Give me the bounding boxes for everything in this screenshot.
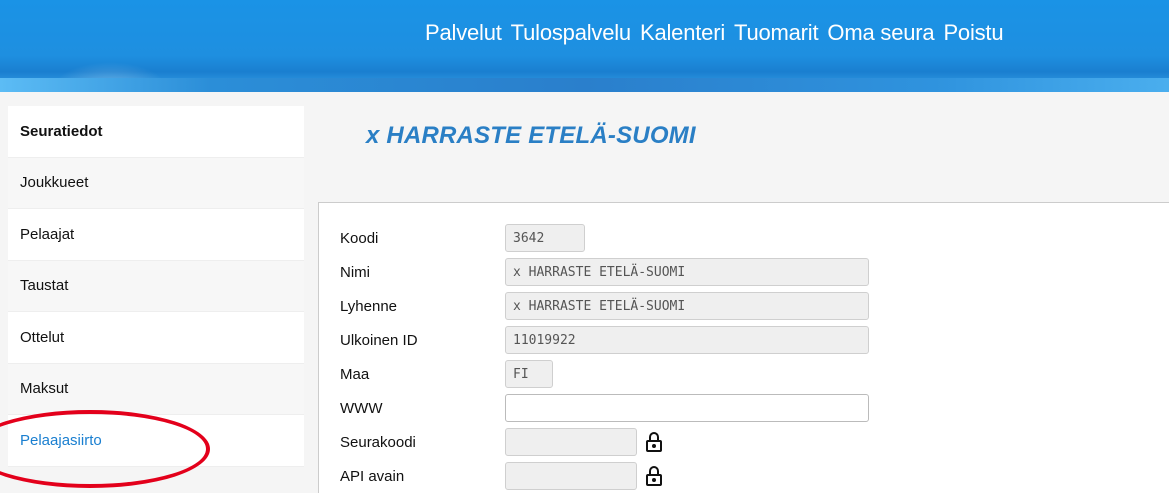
koodi-label: Koodi [340, 229, 379, 247]
page-title: x HARRASTE ETELÄ-SUOMI [366, 122, 696, 149]
nav-tulospalvelu[interactable]: Tulospalvelu [511, 20, 632, 46]
row-koodi: Koodi 3642 [340, 223, 585, 253]
nav-palvelut[interactable]: Palvelut [425, 20, 502, 46]
sidebar-item-maksut[interactable]: Maksut [8, 363, 304, 415]
ulkoinen-id-label: Ulkoinen ID [340, 331, 418, 349]
sidebar-item-pelaajasiirto[interactable]: Pelaajasiirto [8, 415, 304, 467]
page-body: Seuratiedot Joukkueet Pelaajat Taustat O… [0, 92, 1169, 493]
lyhenne-field: x HARRASTE ETELÄ-SUOMI [505, 292, 869, 320]
sidebar: Seuratiedot Joukkueet Pelaajat Taustat O… [8, 106, 304, 467]
row-www: WWW [340, 393, 869, 423]
www-label: WWW [340, 399, 383, 417]
lyhenne-label: Lyhenne [340, 297, 397, 315]
row-ulkoinen-id: Ulkoinen ID 11019922 [340, 325, 869, 355]
sidebar-item-joukkueet[interactable]: Joukkueet [8, 157, 304, 209]
lock-icon[interactable] [645, 431, 663, 453]
nimi-label: Nimi [340, 263, 370, 281]
seurakoodi-label: Seurakoodi [340, 433, 416, 451]
www-input[interactable] [505, 394, 869, 422]
top-header: Palvelut Tulospalvelu Kalenteri Tuomarit… [0, 0, 1169, 92]
ulkoinen-id-field: 11019922 [505, 326, 869, 354]
sidebar-item-ottelut[interactable]: Ottelut [8, 312, 304, 364]
row-lyhenne: Lyhenne x HARRASTE ETELÄ-SUOMI [340, 291, 869, 321]
nav-poistu[interactable]: Poistu [943, 20, 1003, 46]
row-api-avain: API avain [340, 461, 663, 491]
header-stripe [0, 78, 1169, 92]
row-nimi: Nimi x HARRASTE ETELÄ-SUOMI [340, 257, 869, 287]
maa-field: FI [505, 360, 553, 388]
sidebar-item-seuratiedot[interactable]: Seuratiedot [8, 106, 304, 158]
nimi-field: x HARRASTE ETELÄ-SUOMI [505, 258, 869, 286]
nav-tuomarit[interactable]: Tuomarit [734, 20, 819, 46]
row-maa: Maa FI [340, 359, 553, 389]
koodi-field: 3642 [505, 224, 585, 252]
nav-kalenteri[interactable]: Kalenteri [640, 20, 725, 46]
maa-label: Maa [340, 365, 370, 383]
sidebar-item-taustat[interactable]: Taustat [8, 260, 304, 312]
main-nav: Palvelut Tulospalvelu Kalenteri Tuomarit… [425, 20, 1004, 46]
club-form: Koodi 3642 Nimi x HARRASTE ETELÄ-SUOMI L… [318, 202, 1169, 493]
seurakoodi-field [505, 428, 637, 456]
api-avain-field [505, 462, 637, 490]
sidebar-item-pelaajat[interactable]: Pelaajat [8, 209, 304, 261]
api-avain-label: API avain [340, 467, 405, 485]
nav-oma-seura[interactable]: Oma seura [827, 20, 934, 46]
row-seurakoodi: Seurakoodi [340, 427, 663, 457]
lock-icon[interactable] [645, 465, 663, 487]
